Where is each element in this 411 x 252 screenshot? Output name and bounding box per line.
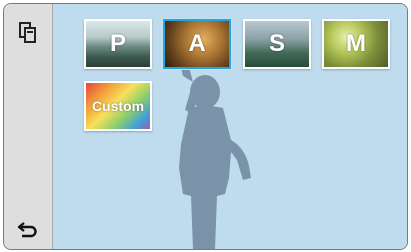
camera-screen-frame: P A S M Custom xyxy=(3,3,408,250)
mode-switch-button[interactable] xyxy=(14,18,42,46)
live-view: P A S M Custom xyxy=(53,4,407,249)
mode-tile-p[interactable]: P xyxy=(84,19,152,69)
child-silhouette xyxy=(176,46,251,249)
mode-tile-s[interactable]: S xyxy=(243,19,311,69)
mode-tile-a[interactable]: A xyxy=(163,19,231,69)
back-arrow-icon xyxy=(17,222,37,238)
mode-label: A xyxy=(188,30,206,57)
multi-window-icon xyxy=(19,22,36,43)
mode-tile-custom[interactable]: Custom xyxy=(84,81,152,131)
mode-label: S xyxy=(268,30,285,57)
back-button[interactable] xyxy=(14,215,42,243)
mode-tile-m[interactable]: M xyxy=(322,19,390,69)
mode-label: M xyxy=(346,30,366,57)
mode-label: P xyxy=(109,30,126,57)
mode-label: Custom xyxy=(91,98,145,114)
sidebar xyxy=(4,4,53,249)
